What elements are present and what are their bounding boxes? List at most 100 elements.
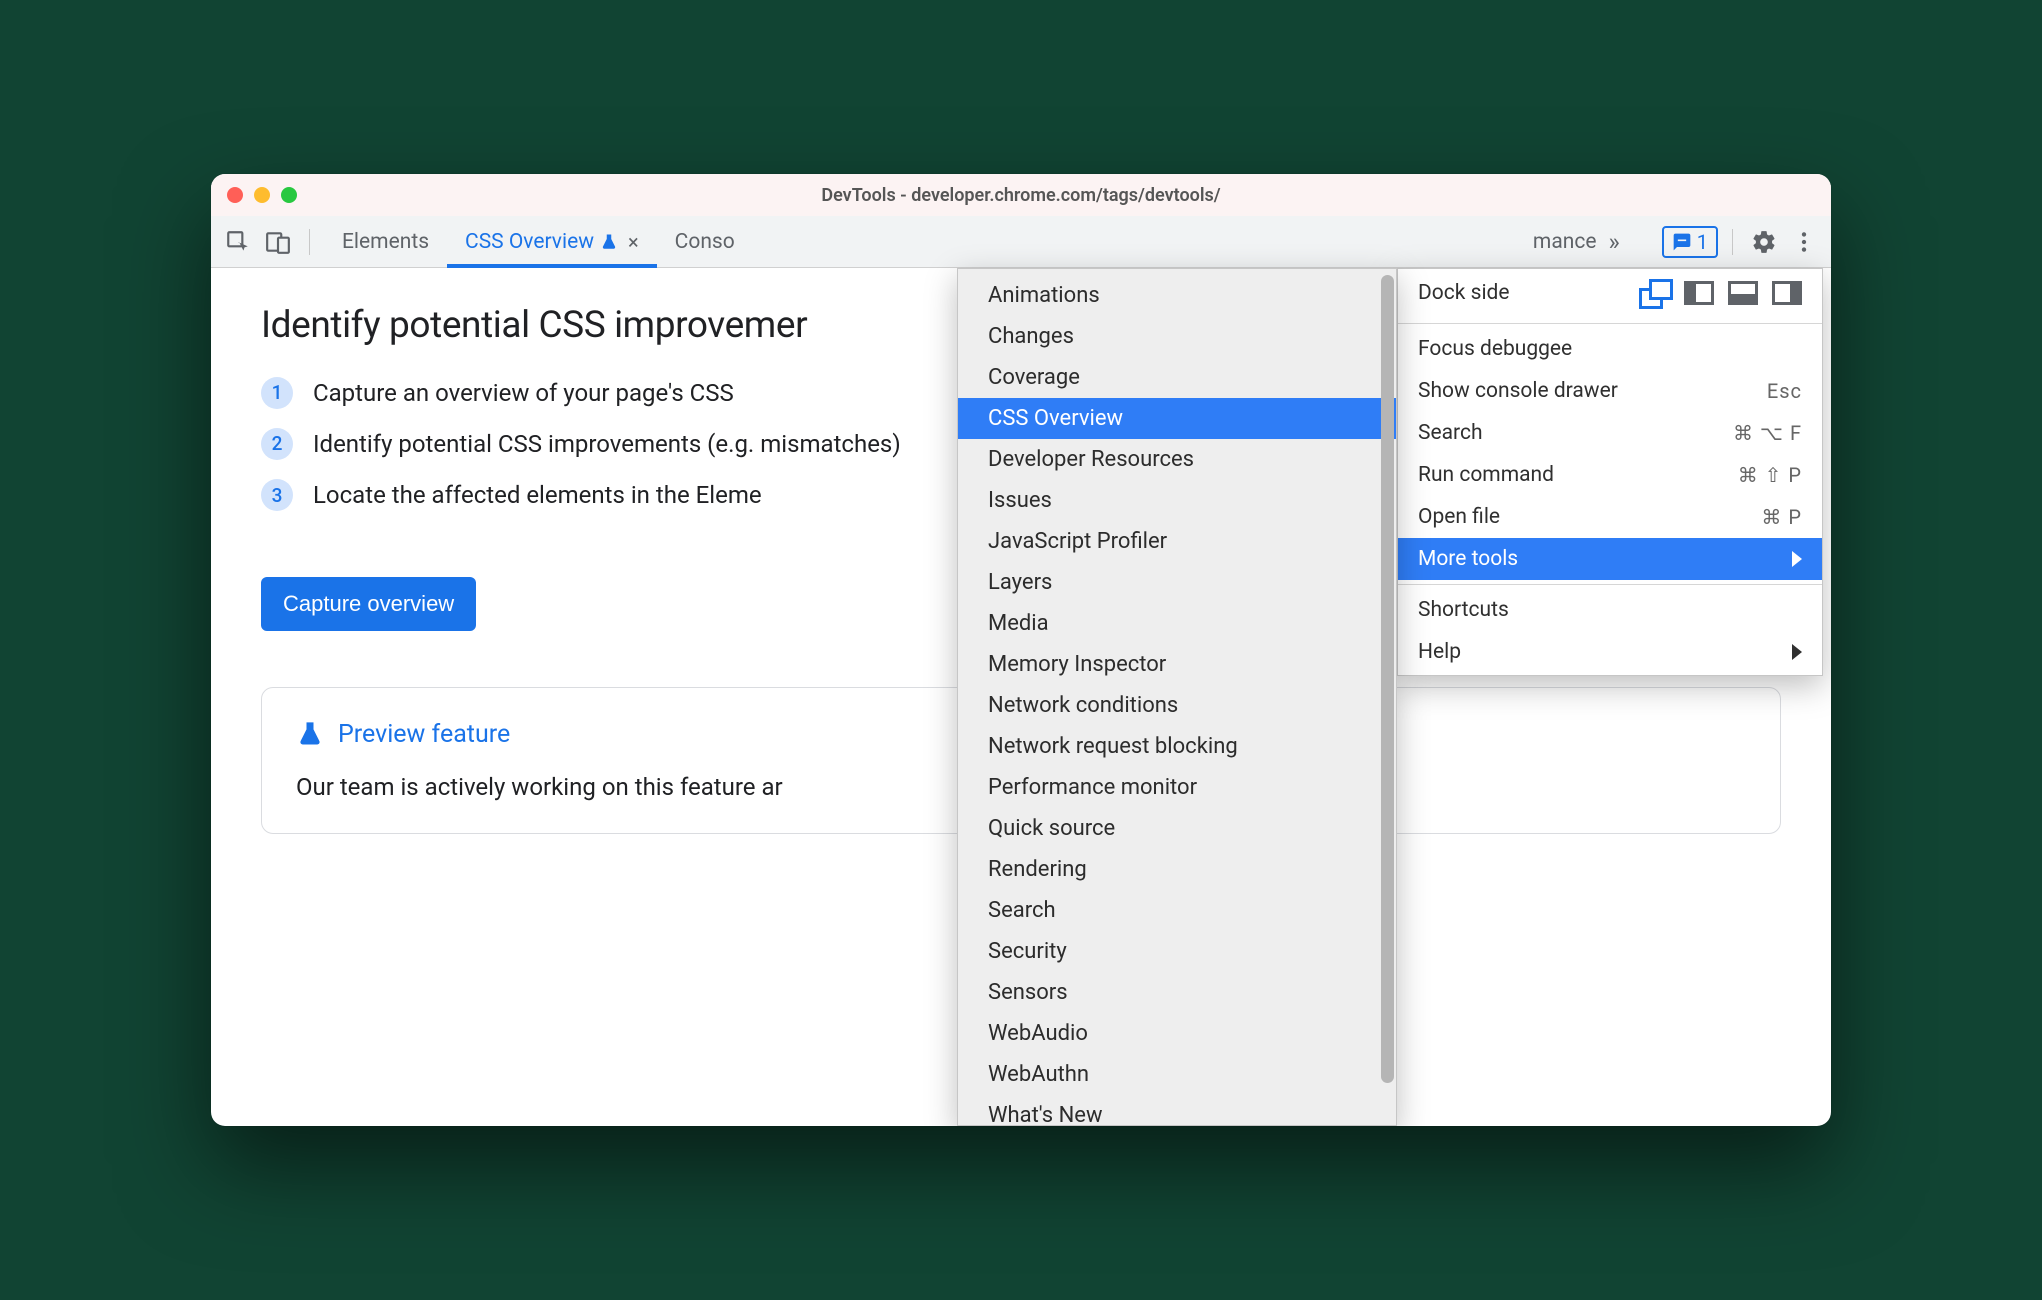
settings-dropdown-menu: Dock side Focus debuggee Show console dr… (1397, 268, 1823, 676)
menu-label: Help (1418, 640, 1461, 664)
beaker-icon (296, 720, 324, 748)
menu-shortcut: ⌘ ⇧ P (1738, 463, 1802, 487)
tab-label: Elements (342, 230, 429, 254)
capture-overview-button[interactable]: Capture overview (261, 577, 476, 631)
more-tools-item-javascript-profiler[interactable]: JavaScript Profiler (958, 521, 1396, 562)
menu-item-focus-debuggee[interactable]: Focus debuggee (1398, 328, 1822, 370)
more-tools-item-sensors[interactable]: Sensors (958, 972, 1396, 1013)
more-tools-item-issues[interactable]: Issues (958, 480, 1396, 521)
feedback-icon (1672, 232, 1692, 252)
preview-title-text: Preview feature (338, 720, 510, 749)
item-label: Security (988, 939, 1067, 964)
menu-item-show-console-drawer[interactable]: Show console drawer Esc (1398, 370, 1822, 412)
item-label: Developer Resources (988, 447, 1194, 472)
item-label: Memory Inspector (988, 652, 1166, 677)
dock-side-label: Dock side (1418, 281, 1510, 305)
menu-label: Shortcuts (1418, 598, 1509, 622)
dock-left-icon[interactable] (1684, 281, 1714, 305)
dock-side-row: Dock side (1398, 269, 1822, 319)
menu-item-search[interactable]: Search ⌘ ⌥ F (1398, 412, 1822, 454)
more-tools-item-layers[interactable]: Layers (958, 562, 1396, 603)
dock-side-options (1640, 281, 1802, 305)
toolbar-separator (309, 229, 310, 255)
more-tools-item-developer-resources[interactable]: Developer Resources (958, 439, 1396, 480)
more-tools-item-media[interactable]: Media (958, 603, 1396, 644)
toolbar-separator (1732, 229, 1733, 255)
device-toggle-icon[interactable] (261, 225, 295, 259)
menu-divider (1398, 584, 1822, 585)
item-label: WebAudio (988, 1021, 1088, 1046)
tab-console[interactable]: Conso (657, 216, 753, 267)
menu-item-help[interactable]: Help (1398, 631, 1822, 673)
minimize-window-button[interactable] (254, 187, 270, 203)
item-label: Network request blocking (988, 734, 1238, 759)
overflow-tabs-button[interactable]: » (1603, 228, 1620, 256)
more-tools-item-network-request-blocking[interactable]: Network request blocking (958, 726, 1396, 767)
more-tools-item-security[interactable]: Security (958, 931, 1396, 972)
more-tools-item-animations[interactable]: Animations (958, 275, 1396, 316)
more-tools-item-whats-new[interactable]: What's New (958, 1095, 1396, 1125)
devtools-window: DevTools - developer.chrome.com/tags/dev… (211, 174, 1831, 1126)
menu-item-more-tools[interactable]: More tools (1398, 538, 1822, 580)
item-label: What's New (988, 1103, 1103, 1125)
inspect-icon[interactable] (221, 225, 255, 259)
issues-badge[interactable]: 1 (1662, 226, 1718, 258)
more-tools-scroll[interactable]: Animations Changes Coverage CSS Overview… (958, 269, 1396, 1125)
more-tools-item-css-overview[interactable]: CSS Overview (958, 398, 1396, 439)
close-icon[interactable]: × (628, 230, 639, 254)
more-tools-item-network-conditions[interactable]: Network conditions (958, 685, 1396, 726)
maximize-window-button[interactable] (281, 187, 297, 203)
item-label: Issues (988, 488, 1052, 513)
window-title: DevTools - developer.chrome.com/tags/dev… (211, 185, 1831, 206)
more-tools-item-coverage[interactable]: Coverage (958, 357, 1396, 398)
close-window-button[interactable] (227, 187, 243, 203)
menu-item-shortcuts[interactable]: Shortcuts (1398, 589, 1822, 631)
dock-right-icon[interactable] (1772, 281, 1802, 305)
more-tools-item-webauthn[interactable]: WebAuthn (958, 1054, 1396, 1095)
more-tools-item-rendering[interactable]: Rendering (958, 849, 1396, 890)
menu-divider (1398, 323, 1822, 324)
chevron-right-icon (1792, 551, 1802, 567)
item-label: Performance monitor (988, 775, 1197, 800)
step-text: Identify potential CSS improvements (e.g… (313, 426, 901, 463)
tab-elements[interactable]: Elements (324, 216, 447, 267)
more-tools-item-changes[interactable]: Changes (958, 316, 1396, 357)
more-tools-submenu: Animations Changes Coverage CSS Overview… (957, 268, 1397, 1126)
titlebar: DevTools - developer.chrome.com/tags/dev… (211, 174, 1831, 216)
more-tools-item-memory-inspector[interactable]: Memory Inspector (958, 644, 1396, 685)
more-tools-item-performance-monitor[interactable]: Performance monitor (958, 767, 1396, 808)
item-label: Sensors (988, 980, 1068, 1005)
devtools-toolbar: Elements CSS Overview × Conso mance » 1 (211, 216, 1831, 268)
menu-shortcut: ⌘ P (1761, 505, 1802, 529)
tab-overflow-fragment[interactable]: mance (1533, 230, 1597, 254)
menu-shortcut: Esc (1767, 379, 1802, 403)
item-label: Quick source (988, 816, 1115, 841)
menu-label: Run command (1418, 463, 1554, 487)
tab-css-overview[interactable]: CSS Overview × (447, 216, 657, 267)
more-tools-item-search[interactable]: Search (958, 890, 1396, 931)
item-label: Animations (988, 283, 1100, 308)
tab-label: Conso (675, 230, 735, 254)
dock-undock-icon[interactable] (1640, 281, 1670, 305)
item-label: JavaScript Profiler (988, 529, 1167, 554)
menu-item-open-file[interactable]: Open file ⌘ P (1398, 496, 1822, 538)
item-label: CSS Overview (988, 406, 1123, 431)
more-tools-item-webaudio[interactable]: WebAudio (958, 1013, 1396, 1054)
item-label: Layers (988, 570, 1052, 595)
step-text: Locate the affected elements in the Elem… (313, 477, 762, 514)
item-label: Changes (988, 324, 1074, 349)
more-tools-item-quick-source[interactable]: Quick source (958, 808, 1396, 849)
item-label: WebAuthn (988, 1062, 1089, 1087)
menu-label: Show console drawer (1418, 379, 1618, 403)
kebab-menu-icon[interactable] (1787, 225, 1821, 259)
menu-shortcut: ⌘ ⌥ F (1733, 421, 1802, 445)
dock-bottom-icon[interactable] (1728, 281, 1758, 305)
scrollbar-thumb[interactable] (1381, 275, 1394, 1083)
menu-item-run-command[interactable]: Run command ⌘ ⇧ P (1398, 454, 1822, 496)
tab-label: CSS Overview (465, 230, 594, 254)
menu-label: More tools (1418, 547, 1518, 571)
item-label: Search (988, 898, 1056, 923)
beaker-icon (600, 233, 618, 251)
issues-count: 1 (1697, 230, 1708, 254)
settings-gear-icon[interactable] (1747, 225, 1781, 259)
